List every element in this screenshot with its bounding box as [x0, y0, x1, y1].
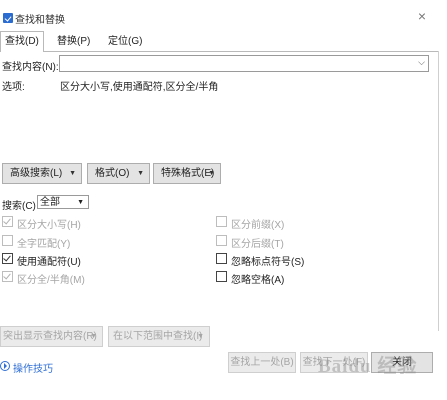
use-wildcards-checkbox[interactable] [2, 253, 13, 264]
match-case-checkbox[interactable] [2, 216, 13, 227]
match-case-label: 区分大小写(H) [17, 220, 81, 231]
use-wildcards-label: 使用通配符(U) [17, 257, 81, 268]
find-in-button[interactable]: 在以下范围中查找(I) ▼ [108, 326, 210, 347]
match-prefix-label: 区分前缀(X) [231, 220, 285, 231]
advanced-search-button[interactable]: 高级搜索(L) ▼ [2, 163, 82, 184]
options-summary: 区分大小写,使用通配符,区分全/半角 [60, 82, 219, 93]
special-format-button[interactable]: 特殊格式(E) ▼ [153, 163, 221, 184]
find-replace-app-icon [3, 13, 13, 23]
match-width-checkbox[interactable] [2, 271, 13, 282]
chevron-down-icon: ▼ [137, 170, 144, 177]
highlight-results-label: 突出显示查找内容(R) [3, 331, 97, 342]
close-icon[interactable]: × [414, 8, 430, 24]
chevron-down-icon: ▼ [90, 333, 97, 340]
ignore-whitespace-label: 忽略空格(A) [231, 275, 285, 286]
tab-goto[interactable]: 定位(G) [104, 34, 146, 50]
tab-find[interactable]: 查找(D) [0, 31, 44, 52]
find-in-label: 在以下范围中查找(I) [113, 331, 203, 342]
ignore-whitespace-checkbox[interactable] [216, 271, 227, 282]
watermark: Baidu 经验 [318, 356, 418, 377]
whole-word-label: 全字匹配(Y) [17, 239, 71, 250]
match-prefix-checkbox[interactable] [216, 216, 227, 227]
advanced-search-label: 高级搜索(L) [10, 168, 63, 179]
match-suffix-checkbox[interactable] [216, 235, 227, 246]
highlight-results-button[interactable]: 突出显示查找内容(R) ▼ [0, 326, 103, 347]
window-title: 查找和替换 [15, 15, 65, 26]
search-scope-label: 搜索(C) [2, 201, 36, 212]
find-previous-button[interactable]: 查找上一处(B) [228, 352, 296, 373]
panel-right-border [438, 51, 439, 331]
chevron-down-icon: ▼ [69, 170, 76, 177]
find-content-label: 查找内容(N): [2, 62, 59, 73]
match-width-label: 区分全/半角(M) [17, 275, 85, 286]
special-format-label: 特殊格式(E) [161, 168, 215, 179]
chevron-down-icon: ▼ [77, 199, 84, 206]
format-label: 格式(O) [95, 168, 130, 179]
tips-link[interactable]: 操作技巧 [13, 360, 53, 375]
ignore-punctuation-label: 忽略标点符号(S) [231, 257, 305, 268]
format-button[interactable]: 格式(O) ▼ [87, 163, 150, 184]
ignore-punctuation-checkbox[interactable] [216, 253, 227, 264]
match-suffix-label: 区分后缀(T) [231, 239, 284, 250]
tab-panel-border [0, 51, 438, 52]
chevron-down-icon: ▼ [197, 333, 204, 340]
whole-word-checkbox[interactable] [2, 235, 13, 246]
search-scope-select[interactable]: 全部 ▼ [37, 195, 89, 209]
tab-replace[interactable]: 替换(P) [53, 34, 94, 50]
find-content-combobox[interactable]: ⌵ [59, 55, 429, 72]
find-content-input[interactable] [60, 56, 416, 69]
tab-strip: 查找(D) 替换(P) 定位(G) [0, 30, 447, 52]
options-label: 选项: [2, 82, 25, 93]
chevron-down-icon: ▼ [208, 170, 215, 177]
title-bar: 查找和替换 × [0, 0, 447, 30]
chevron-down-icon[interactable]: ⌵ [418, 57, 425, 68]
search-scope-value: 全部 [40, 197, 60, 208]
play-circle-icon[interactable] [0, 361, 10, 371]
